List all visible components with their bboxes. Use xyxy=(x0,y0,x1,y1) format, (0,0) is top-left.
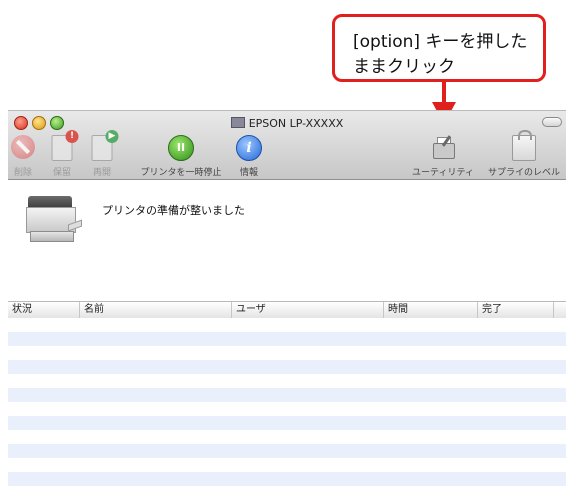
column-header-spacer xyxy=(554,302,566,318)
hold-label: 保留 xyxy=(52,168,71,178)
callout-line-1: [option] キーを押した xyxy=(353,32,528,52)
resume-label: 再開 xyxy=(92,168,111,178)
column-header-user[interactable]: ユーザ xyxy=(232,302,384,318)
supply-levels-label: サプライのレベル xyxy=(487,168,560,178)
delete-label: 削除 xyxy=(13,168,32,178)
jobs-table[interactable]: 状況 名前 ユーザ 時間 完了 xyxy=(8,301,566,492)
printer-small-icon xyxy=(230,117,245,128)
supply-levels-icon xyxy=(512,130,536,161)
column-header-completed[interactable]: 完了 xyxy=(478,302,554,318)
utility-label: ユーティリティ xyxy=(412,168,474,178)
window-title-text: EPSON LP-XXXXX xyxy=(248,117,344,130)
column-header-status[interactable]: 状況 xyxy=(8,302,80,318)
toolbar-toggle-button[interactable] xyxy=(542,117,562,127)
callout-line-2: ままクリック xyxy=(353,57,455,77)
column-header-time[interactable]: 時間 xyxy=(384,302,478,318)
delete-icon xyxy=(11,135,35,159)
column-header-name[interactable]: 名前 xyxy=(80,302,232,318)
window-toolbar: EPSON LP-XXXXX 削除 ! 保留 ▶ 再開 II プリンタを一時停止… xyxy=(8,110,566,180)
utility-icon xyxy=(430,135,456,161)
hold-icon: ! xyxy=(51,130,79,161)
resume-icon: ▶ xyxy=(91,130,119,161)
jobs-table-rows xyxy=(8,318,566,492)
callout-box: [option] キーを押した ままクリック xyxy=(332,14,546,82)
pause-printer-label: プリンタを一時停止 xyxy=(140,168,222,178)
printer-status-message: プリンタの準備が整いました xyxy=(102,204,245,217)
info-label: 情報 xyxy=(239,168,258,178)
callout-arrow-shaft xyxy=(442,82,446,104)
info-icon: i xyxy=(236,135,262,161)
pause-icon: II xyxy=(168,135,194,161)
jobs-table-header: 状況 名前 ユーザ 時間 完了 xyxy=(8,301,566,319)
window-title: EPSON LP-XXXXX xyxy=(8,117,566,130)
printer-icon xyxy=(22,194,82,244)
